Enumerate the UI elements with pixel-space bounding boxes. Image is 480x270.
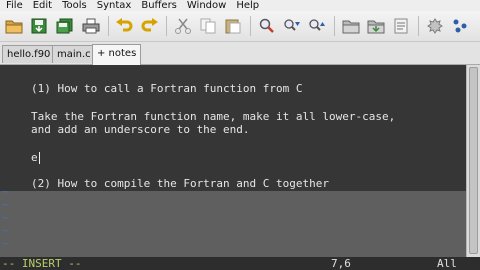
- scroll-position: All: [437, 257, 457, 270]
- find-replace-icon[interactable]: [256, 16, 278, 36]
- text-cursor: [39, 152, 40, 164]
- text-line-current[interactable]: e: [31, 151, 38, 165]
- menu-file[interactable]: File: [0, 0, 28, 11]
- toolbar-separator: [250, 16, 251, 36]
- cursor-position: 7,6: [331, 257, 351, 270]
- vertical-scrollbar[interactable]: [466, 65, 480, 257]
- toolbar-separator: [334, 16, 335, 36]
- toolbar: [0, 11, 480, 42]
- menu-help[interactable]: Help: [231, 0, 264, 11]
- menu-edit[interactable]: Edit: [28, 0, 57, 11]
- open-icon[interactable]: [3, 16, 25, 36]
- tab-bar: hello.f90 main.c + notes: [0, 42, 480, 65]
- undo-icon[interactable]: [113, 16, 135, 36]
- make-icon[interactable]: [424, 16, 446, 36]
- tilde-marker: ~: [2, 237, 9, 250]
- menu-buffers[interactable]: Buffers: [136, 0, 182, 11]
- redo-icon[interactable]: [139, 16, 161, 36]
- find-next-icon[interactable]: [281, 16, 303, 36]
- run-script-icon[interactable]: [390, 16, 412, 36]
- editor-area[interactable]: (1) How to call a Fortran function from …: [0, 65, 466, 257]
- save-all-icon[interactable]: [54, 16, 76, 36]
- mode-indicator: -- INSERT --: [2, 257, 82, 270]
- cut-icon[interactable]: [172, 16, 194, 36]
- toolbar-separator: [108, 16, 109, 36]
- text-line[interactable]: and add an underscore to the end.: [31, 123, 250, 137]
- paste-icon[interactable]: [222, 16, 244, 36]
- text-line[interactable]: (1) How to call a Fortran function from …: [31, 82, 303, 96]
- save-session-icon[interactable]: [365, 16, 387, 36]
- tab-hello-f90[interactable]: hello.f90: [2, 45, 56, 63]
- toolbar-separator: [418, 16, 419, 36]
- menu-bar: File Edit Tools Syntax Buffers Window Help: [0, 0, 480, 11]
- load-session-icon[interactable]: [340, 16, 362, 36]
- text-buffer[interactable]: (1) How to call a Fortran function from …: [0, 65, 466, 191]
- text-line[interactable]: (2) How to compile the Fortran and C tog…: [31, 177, 329, 191]
- toolbar-separator: [166, 16, 167, 36]
- menu-window[interactable]: Window: [182, 0, 231, 11]
- empty-buffer-area: [0, 191, 466, 257]
- text-line[interactable]: Take the Fortran function name, make it …: [31, 110, 395, 124]
- status-line: -- INSERT -- 7,6 All: [0, 257, 480, 270]
- save-icon[interactable]: [28, 16, 50, 36]
- tilde-marker: ~: [2, 224, 9, 237]
- find-prev-icon[interactable]: [306, 16, 328, 36]
- tab-notes[interactable]: + notes: [92, 44, 142, 65]
- tags-icon[interactable]: [449, 16, 471, 36]
- print-icon[interactable]: [80, 16, 102, 36]
- menu-syntax[interactable]: Syntax: [92, 0, 137, 11]
- tilde-marker: ~: [2, 211, 9, 224]
- tilde-marker: ~: [2, 198, 9, 211]
- copy-icon[interactable]: [197, 16, 219, 36]
- scrollbar-thumb[interactable]: [469, 67, 478, 254]
- tab-main-c[interactable]: main.c: [52, 45, 96, 63]
- menu-tools[interactable]: Tools: [57, 0, 92, 11]
- tilde-marker: ~: [2, 185, 9, 198]
